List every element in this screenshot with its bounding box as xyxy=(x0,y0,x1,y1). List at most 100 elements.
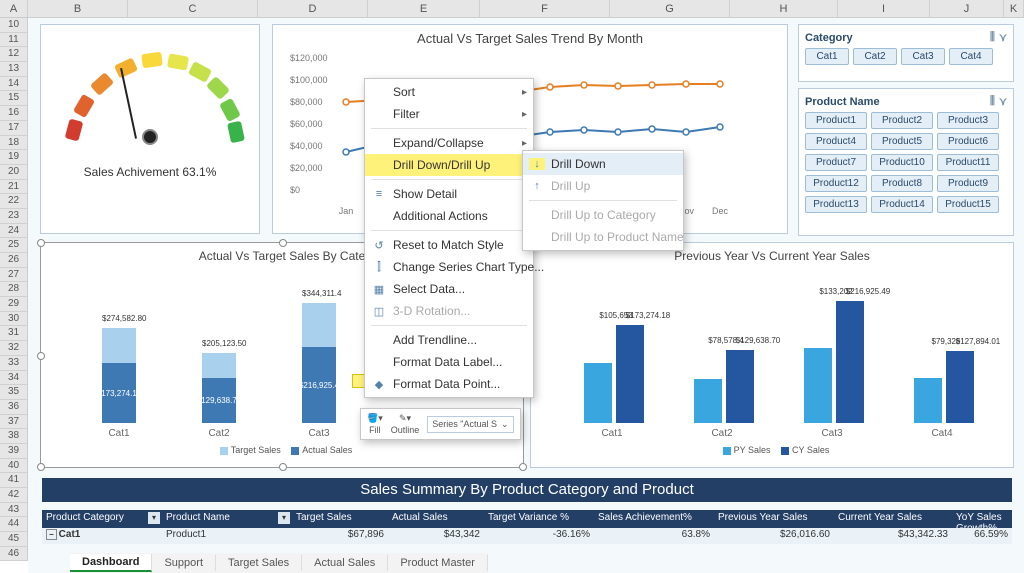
row-header[interactable]: 11 xyxy=(0,33,27,48)
sheet-tab[interactable]: Support xyxy=(152,555,216,571)
slicer-button[interactable]: Product13 xyxy=(805,196,867,213)
sheet-tab[interactable]: Product Master xyxy=(388,555,488,571)
row-header[interactable]: 12 xyxy=(0,47,27,62)
menu-item[interactable]: Drill Down/Drill Up▸ xyxy=(365,154,533,176)
table-header[interactable]: Target Sales xyxy=(292,510,388,528)
clear-filter-icon[interactable]: ⋎ xyxy=(999,31,1007,44)
slicer-button[interactable]: Product8 xyxy=(871,175,933,192)
row-header[interactable]: 39 xyxy=(0,444,27,459)
table-header[interactable]: Previous Year Sales xyxy=(714,510,834,528)
row-header[interactable]: 17 xyxy=(0,121,27,136)
row-header[interactable]: 32 xyxy=(0,341,27,356)
row-header[interactable]: 13 xyxy=(0,62,27,77)
row-header[interactable]: 21 xyxy=(0,180,27,195)
slicer-button[interactable]: Product2 xyxy=(871,112,933,129)
bar-group[interactable]: $78,578.4$129,638.70 xyxy=(692,350,756,423)
multi-select-icon[interactable]: ⫼ xyxy=(990,31,995,44)
row-header[interactable]: 23 xyxy=(0,209,27,224)
menu-item[interactable]: Filter▸ xyxy=(365,103,533,125)
column-header[interactable]: K xyxy=(1004,0,1024,17)
menu-item[interactable]: ◆Format Data Point... xyxy=(365,373,533,395)
row-header[interactable]: 37 xyxy=(0,415,27,430)
menu-item[interactable]: Sort▸ xyxy=(365,81,533,103)
column-header[interactable]: B xyxy=(28,0,128,17)
row-header[interactable]: 25 xyxy=(0,238,27,253)
row-header[interactable]: 22 xyxy=(0,194,27,209)
table-header[interactable]: Target Variance % xyxy=(484,510,594,528)
column-header[interactable]: H xyxy=(730,0,838,17)
menu-item[interactable]: ↓Drill Down xyxy=(523,153,683,175)
series-selector[interactable]: Series "Actual S⌄ xyxy=(427,416,513,433)
row-header[interactable]: 42 xyxy=(0,488,27,503)
slicer-button[interactable]: Product9 xyxy=(937,175,999,192)
table-header[interactable]: Product Category▾ xyxy=(42,510,162,528)
slicer-button[interactable]: Product4 xyxy=(805,133,867,150)
row-header[interactable]: 20 xyxy=(0,165,27,180)
row-header[interactable]: 18 xyxy=(0,136,27,151)
py-chart[interactable]: $105,653$173,274.18Cat1$78,578.4$129,638… xyxy=(552,273,992,443)
table-header[interactable]: Product Name▾ xyxy=(162,510,292,528)
row-header[interactable]: 19 xyxy=(0,150,27,165)
row-header[interactable]: 35 xyxy=(0,385,27,400)
slicer-button[interactable]: Product3 xyxy=(937,112,999,129)
bar-group[interactable]: $344,311.4$216,925.4 xyxy=(302,303,336,423)
fill-button[interactable]: 🪣▾ Fill xyxy=(367,413,383,435)
slicer-button[interactable]: Cat1 xyxy=(805,48,849,65)
column-header[interactable]: J xyxy=(930,0,1004,17)
bar-group[interactable]: $105,653$173,274.18 xyxy=(582,325,646,423)
menu-item[interactable]: Additional Actions▸ xyxy=(365,205,533,227)
row-header[interactable]: 36 xyxy=(0,400,27,415)
slicer-button[interactable]: Product15 xyxy=(937,196,999,213)
slicer-button[interactable]: Product7 xyxy=(805,154,867,171)
menu-item[interactable]: ▦Select Data... xyxy=(365,278,533,300)
row-header[interactable]: 31 xyxy=(0,326,27,341)
menu-item[interactable]: Expand/Collapse▸ xyxy=(365,132,533,154)
sheet-tab[interactable]: Actual Sales xyxy=(302,555,388,571)
row-header[interactable]: 28 xyxy=(0,282,27,297)
outline-button[interactable]: ✎▾ Outline xyxy=(391,413,420,435)
row-header[interactable]: 27 xyxy=(0,268,27,283)
row-header[interactable]: 16 xyxy=(0,106,27,121)
bar-group[interactable]: $274,582.80$173,274.18 xyxy=(102,328,136,423)
slicer-button[interactable]: Product11 xyxy=(937,154,999,171)
menu-item[interactable]: ⫿Change Series Chart Type... xyxy=(365,256,533,278)
menu-item[interactable]: Format Data Label... xyxy=(365,351,533,373)
row-header[interactable]: 10 xyxy=(0,18,27,33)
multi-select-icon[interactable]: ⫼ xyxy=(990,95,995,108)
row-header[interactable]: 29 xyxy=(0,297,27,312)
row-header[interactable]: 38 xyxy=(0,429,27,444)
row-header[interactable]: 15 xyxy=(0,91,27,106)
row-header[interactable]: 43 xyxy=(0,503,27,518)
filter-dropdown-icon[interactable]: ▾ xyxy=(148,512,160,524)
column-header[interactable]: E xyxy=(368,0,480,17)
slicer-button[interactable]: Product14 xyxy=(871,196,933,213)
slicer-button[interactable]: Product6 xyxy=(937,133,999,150)
row-header[interactable]: 45 xyxy=(0,532,27,547)
menu-item[interactable]: Add Trendline... xyxy=(365,329,533,351)
bar-group[interactable]: $133,202$216,925.49 xyxy=(802,301,866,423)
table-header[interactable]: Actual Sales xyxy=(388,510,484,528)
column-header[interactable]: I xyxy=(838,0,930,17)
slicer-button[interactable]: Product1 xyxy=(805,112,867,129)
row-header[interactable]: 30 xyxy=(0,312,27,327)
row-header[interactable]: 44 xyxy=(0,517,27,532)
row-header[interactable]: 46 xyxy=(0,547,27,562)
column-header[interactable]: C xyxy=(128,0,258,17)
slicer-button[interactable]: Cat3 xyxy=(901,48,945,65)
table-header[interactable]: YoY Sales Growth% xyxy=(952,510,1012,528)
sheet-tab[interactable]: Target Sales xyxy=(216,555,302,571)
menu-item[interactable]: ↺Reset to Match Style xyxy=(365,234,533,256)
slicer-button[interactable]: Cat4 xyxy=(949,48,993,65)
slicer-button[interactable]: Cat2 xyxy=(853,48,897,65)
column-header[interactable]: G xyxy=(610,0,730,17)
row-header[interactable]: 26 xyxy=(0,253,27,268)
column-header[interactable]: F xyxy=(480,0,610,17)
sheet-tab[interactable]: Dashboard xyxy=(70,554,152,572)
row-header[interactable]: 41 xyxy=(0,473,27,488)
table-header[interactable]: Current Year Sales xyxy=(834,510,952,528)
column-header[interactable]: A xyxy=(0,0,28,17)
menu-item[interactable]: ≡Show Detail xyxy=(365,183,533,205)
filter-dropdown-icon[interactable]: ▾ xyxy=(278,512,290,524)
slicer-button[interactable]: Product12 xyxy=(805,175,867,192)
clear-filter-icon[interactable]: ⋎ xyxy=(999,95,1007,108)
